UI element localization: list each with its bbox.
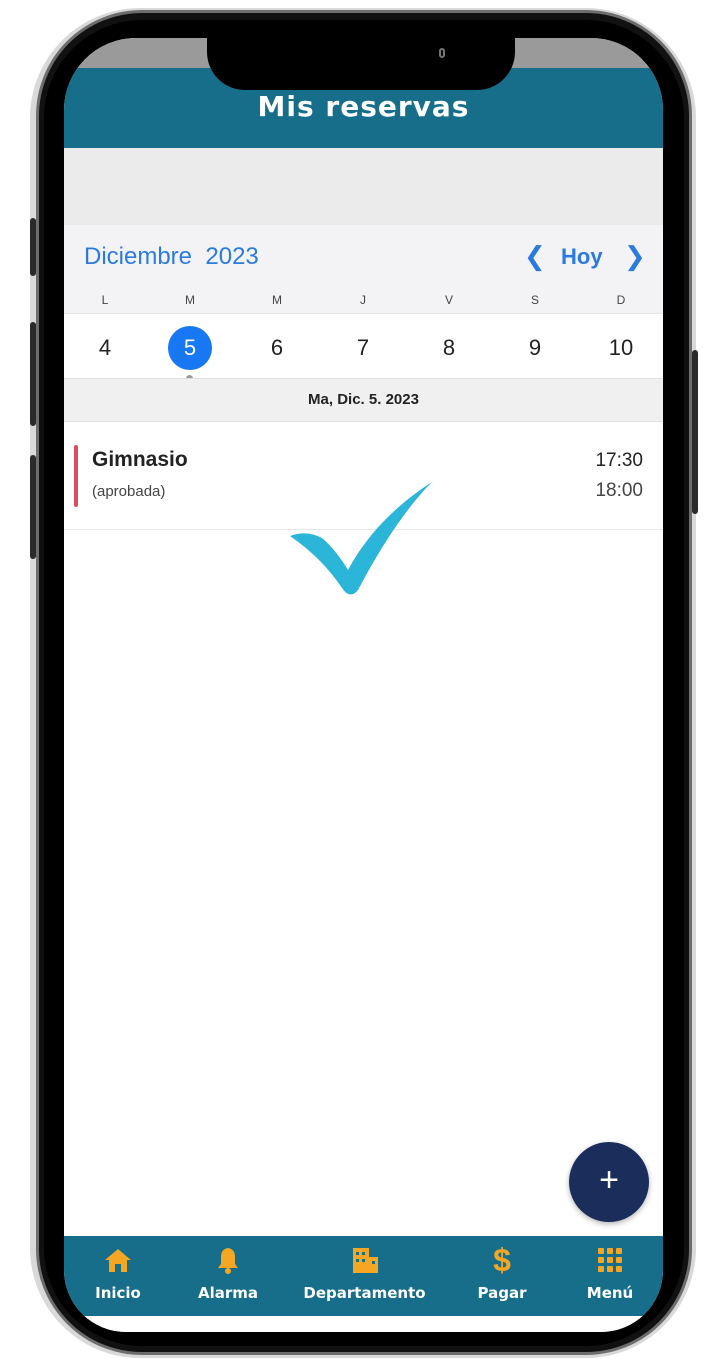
bell-icon — [218, 1248, 238, 1274]
mute-switch — [30, 218, 36, 276]
day-cell[interactable]: 6 — [255, 326, 299, 370]
volume-down-button — [30, 455, 36, 559]
day-cell[interactable]: 8 — [427, 326, 471, 370]
weekday-label: D — [616, 293, 626, 307]
booking-color-bar — [74, 445, 78, 507]
dollar-icon: $ — [493, 1242, 511, 1278]
day-cell-selected[interactable]: 5 — [168, 326, 212, 370]
day-cell[interactable]: 7 — [341, 326, 385, 370]
day-cell[interactable]: 4 — [83, 326, 127, 370]
home-indicator-area — [64, 1316, 663, 1332]
home-icon — [105, 1249, 131, 1272]
calendar-week: Diciembre 2023 ❮ Hoy ❯ L M M J V S D 4 5… — [64, 225, 663, 382]
notch — [207, 38, 515, 90]
nav-item-menu[interactable]: Menú — [575, 1236, 645, 1316]
day-row: 4 5 6 7 8 9 10 — [64, 313, 663, 382]
nav-item-alarma[interactable]: Alarma — [188, 1236, 268, 1316]
booking-status: (aprobada) — [92, 483, 166, 500]
today-button[interactable]: Hoy — [561, 244, 603, 270]
year-label: 2023 — [205, 243, 259, 270]
bottom-nav: Inicio Alarma Departamento $ Pagar Menú — [64, 1236, 663, 1316]
weekday-label: M — [185, 293, 195, 307]
weekday-label: L — [101, 293, 109, 307]
booking-end-time: 18:00 — [595, 480, 643, 501]
header-spacer — [64, 148, 663, 225]
power-button — [692, 350, 698, 514]
add-reservation-button[interactable]: + — [569, 1142, 649, 1222]
weekday-label: J — [360, 293, 366, 307]
nav-label: Inicio — [95, 1284, 141, 1302]
selected-date-label: Ma, Dic. 5. 2023 — [64, 378, 663, 422]
camera-icon — [439, 48, 445, 58]
month-year-label[interactable]: Diciembre 2023 — [84, 243, 259, 271]
building-icon — [352, 1248, 378, 1273]
plus-icon: + — [599, 1161, 619, 1199]
weekday-label: V — [444, 293, 453, 307]
day-cell[interactable]: 10 — [599, 326, 643, 370]
day-cell[interactable]: 9 — [513, 326, 557, 370]
checkmark-icon — [290, 482, 432, 595]
weekday-label: S — [530, 293, 539, 307]
weekday-label: M — [272, 293, 282, 307]
nav-label: Alarma — [197, 1284, 259, 1302]
chevron-right-icon[interactable]: ❯ — [624, 241, 646, 272]
nav-item-departamento[interactable]: Departamento — [292, 1236, 437, 1316]
nav-label: Menú — [586, 1284, 634, 1302]
volume-up-button — [30, 322, 36, 426]
nav-label: Departamento — [303, 1284, 426, 1302]
month-label: Diciembre — [84, 243, 193, 270]
page-title: Mis reservas — [257, 90, 470, 123]
nav-label: Pagar — [477, 1284, 527, 1302]
phone-screen: Mis reservas Diciembre 2023 ❮ Hoy ❯ L M … — [64, 38, 663, 1332]
grid-icon — [598, 1248, 622, 1272]
booking-start-time: 17:30 — [595, 450, 643, 471]
nav-item-pagar[interactable]: $ Pagar — [467, 1236, 537, 1316]
chevron-left-icon[interactable]: ❮ — [524, 241, 546, 272]
booking-title: Gimnasio — [92, 448, 188, 471]
nav-item-inicio[interactable]: Inicio — [82, 1236, 154, 1316]
